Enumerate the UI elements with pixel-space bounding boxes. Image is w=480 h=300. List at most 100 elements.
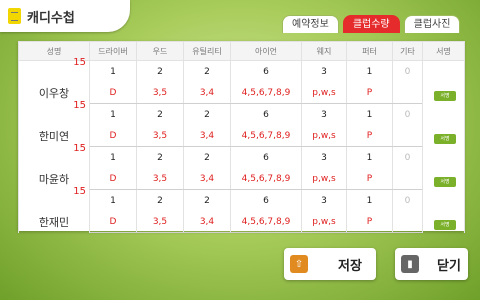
count-wedge: 3 xyxy=(301,189,347,211)
detail-other xyxy=(392,168,423,190)
count-putter: 1 xyxy=(346,189,393,211)
detail-iron: 4,5,6,7,8,9 xyxy=(230,82,302,104)
count-putter: 1 xyxy=(346,60,393,82)
count-wood: 2 xyxy=(136,60,184,82)
sign-button[interactable]: 서명 xyxy=(434,90,456,101)
table-row: 15 한미연 1 2 2 6 3 1 0 서명 xyxy=(18,100,465,147)
count-other: 0 xyxy=(392,60,423,82)
count-other: 0 xyxy=(392,146,423,168)
player-number: 15 xyxy=(73,142,86,154)
sign-button[interactable]: 서명 xyxy=(434,133,456,144)
exit-door-icon: ▮ xyxy=(401,255,419,273)
detail-driver: D xyxy=(89,168,137,190)
count-utility: 2 xyxy=(183,146,231,168)
count-iron: 6 xyxy=(230,146,302,168)
count-iron: 6 xyxy=(230,189,302,211)
player-name: 이우창 xyxy=(38,87,70,101)
player-number: 15 xyxy=(73,57,86,68)
sign-cell: 서명 xyxy=(422,60,465,104)
sign-cell: 서명 xyxy=(422,189,465,233)
detail-wood: 3,5 xyxy=(136,168,184,190)
tab-club-photo[interactable]: 클럽사진 xyxy=(403,15,461,33)
col-header-utility: 유틸리티 xyxy=(183,41,231,61)
count-wood: 2 xyxy=(136,103,184,125)
player-name: 마윤하 xyxy=(38,173,70,186)
detail-iron: 4,5,6,7,8,9 xyxy=(230,211,302,233)
col-header-putter: 퍼터 xyxy=(346,41,393,61)
player-name-cell: 15 한재민 xyxy=(18,186,90,233)
detail-other xyxy=(392,211,423,233)
detail-wood: 3,5 xyxy=(136,82,184,104)
close-button-label: 닫기 xyxy=(437,258,461,274)
detail-putter: P xyxy=(346,211,393,233)
player-number: 15 xyxy=(73,99,86,111)
player-number: 15 xyxy=(73,185,86,197)
count-iron: 6 xyxy=(230,60,302,82)
player-name-cell: 15 한미연 xyxy=(18,100,90,147)
col-header-wood: 우드 xyxy=(136,41,184,61)
detail-driver: D xyxy=(89,125,137,147)
upload-icon: ⇧ xyxy=(290,255,308,273)
tab-reservation-info[interactable]: 예약정보 xyxy=(282,15,339,33)
detail-wood: 3,5 xyxy=(136,211,184,233)
close-button[interactable]: ▮ 닫기 xyxy=(395,248,468,280)
col-header-wedge: 웨지 xyxy=(301,41,347,61)
count-wood: 2 xyxy=(136,146,184,168)
detail-wedge: p,w,s xyxy=(301,82,347,104)
detail-wedge: p,w,s xyxy=(301,211,347,233)
col-header-sign: 서명 xyxy=(422,41,465,61)
sign-cell: 서명 xyxy=(422,146,465,190)
count-iron: 6 xyxy=(230,103,302,125)
detail-iron: 4,5,6,7,8,9 xyxy=(230,168,302,190)
count-driver: 1 xyxy=(89,189,137,211)
player-name: 한미연 xyxy=(38,130,70,143)
detail-putter: P xyxy=(346,168,393,190)
table-row: 15 마윤하 1 2 2 6 3 1 0 서명 xyxy=(18,143,465,190)
table-row: 15 한재민 1 2 2 6 3 1 0 서명 xyxy=(18,186,465,233)
count-utility: 2 xyxy=(183,103,231,125)
notebook-icon xyxy=(8,8,21,24)
count-putter: 1 xyxy=(346,146,393,168)
detail-utility: 3,4 xyxy=(183,125,231,147)
club-table-panel: 성명 드라이버 우드 유틸리티 아이언 웨지 퍼터 기타 서명 15 이우창 1 2 2… xyxy=(18,41,465,233)
count-utility: 2 xyxy=(183,60,231,82)
count-wedge: 3 xyxy=(301,103,347,125)
club-table: 성명 드라이버 우드 유틸리티 아이언 웨지 퍼터 기타 서명 15 이우창 1 2 2… xyxy=(18,41,465,233)
tab-club-count[interactable]: 클럽수량 xyxy=(342,15,400,33)
tab-bar: 예약정보 클럽수량 클럽사진 xyxy=(282,15,461,33)
detail-wood: 3,5 xyxy=(136,125,184,147)
count-driver: 1 xyxy=(89,103,137,125)
count-wedge: 3 xyxy=(301,60,347,82)
col-header-driver: 드라이버 xyxy=(89,41,137,61)
detail-utility: 3,4 xyxy=(183,82,231,104)
col-header-other: 기타 xyxy=(392,41,423,61)
detail-wedge: p,w,s xyxy=(301,125,347,147)
col-header-iron: 아이언 xyxy=(230,41,302,61)
count-driver: 1 xyxy=(89,146,137,168)
count-other: 0 xyxy=(392,189,423,211)
detail-other xyxy=(392,82,423,104)
count-putter: 1 xyxy=(346,103,393,125)
detail-iron: 4,5,6,7,8,9 xyxy=(230,125,302,147)
player-name: 한재민 xyxy=(38,216,70,229)
save-button[interactable]: ⇧ 저장 xyxy=(284,248,376,280)
count-wedge: 3 xyxy=(301,146,347,168)
detail-utility: 3,4 xyxy=(183,211,231,233)
detail-driver: D xyxy=(89,82,137,104)
page-title: 캐디수첩 xyxy=(27,10,75,26)
detail-putter: P xyxy=(346,125,393,147)
table-row: 15 이우창 1 2 2 6 3 1 0 서명 xyxy=(18,57,465,104)
player-name-cell: 15 마윤하 xyxy=(18,143,90,190)
count-utility: 2 xyxy=(183,189,231,211)
detail-putter: P xyxy=(346,82,393,104)
count-wood: 2 xyxy=(136,189,184,211)
count-other: 0 xyxy=(392,103,423,125)
detail-utility: 3,4 xyxy=(183,168,231,190)
sign-button[interactable]: 서명 xyxy=(434,219,456,230)
detail-wedge: p,w,s xyxy=(301,168,347,190)
sign-cell: 서명 xyxy=(422,103,465,147)
detail-driver: D xyxy=(89,211,137,233)
player-name-cell: 15 이우창 xyxy=(18,57,90,104)
sign-button[interactable]: 서명 xyxy=(434,176,456,187)
count-driver: 1 xyxy=(89,60,137,82)
